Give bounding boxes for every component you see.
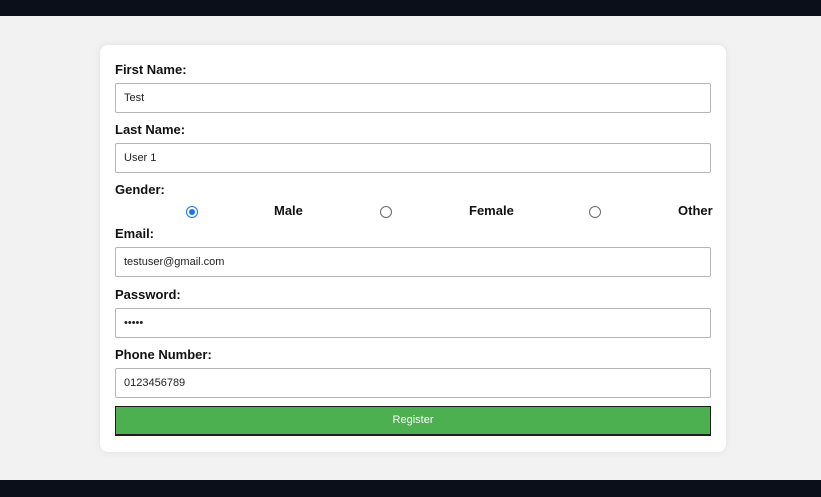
gender-radio-other[interactable] — [589, 206, 601, 218]
phone-number-label: Phone Number: — [115, 347, 212, 362]
gender-radio-female[interactable] — [380, 206, 392, 218]
email-label: Email: — [115, 226, 155, 241]
gender-option-other-label: Other — [678, 203, 713, 218]
gender-option-female-label: Female — [469, 203, 514, 218]
gender-label: Gender: — [115, 182, 165, 197]
registration-form: First Name: Last Name: Gender: Male Fema… — [100, 45, 726, 452]
email-input[interactable] — [115, 247, 711, 277]
last-name-input[interactable] — [115, 143, 711, 173]
password-label: Password: — [115, 287, 181, 302]
page-background: First Name: Last Name: Gender: Male Fema… — [0, 16, 821, 480]
phone-number-input[interactable] — [115, 368, 711, 398]
first-name-input[interactable] — [115, 83, 711, 113]
gender-radio-male[interactable] — [186, 206, 198, 218]
first-name-label: First Name: — [115, 62, 187, 77]
gender-option-male-label: Male — [274, 203, 303, 218]
register-button[interactable]: Register — [115, 406, 711, 436]
password-input[interactable] — [115, 308, 711, 338]
last-name-label: Last Name: — [115, 122, 186, 137]
